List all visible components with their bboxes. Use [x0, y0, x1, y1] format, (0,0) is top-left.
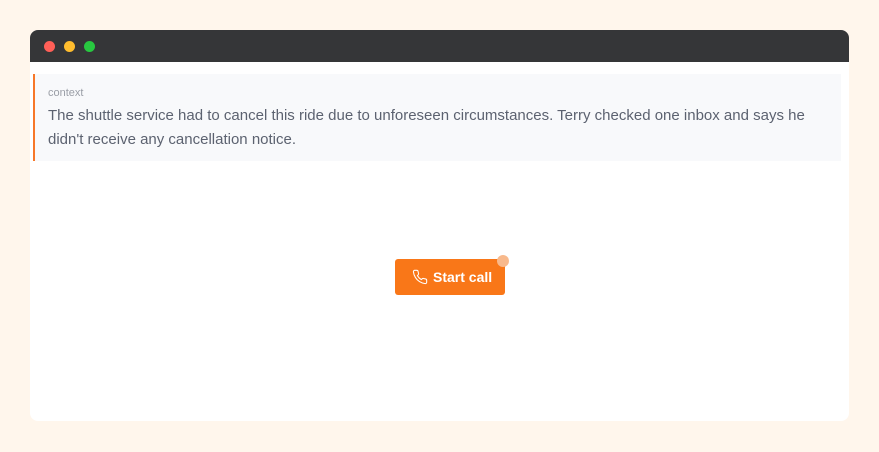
maximize-window-button[interactable]: [84, 41, 95, 52]
window-titlebar: [30, 30, 849, 62]
start-call-button[interactable]: Start call: [395, 259, 505, 295]
context-panel: context The shuttle service had to cance…: [33, 74, 841, 161]
minimize-window-button[interactable]: [64, 41, 75, 52]
phone-icon: [412, 269, 428, 285]
close-window-button[interactable]: [44, 41, 55, 52]
notification-dot: [497, 255, 509, 267]
app-window: context The shuttle service had to cance…: [30, 30, 849, 421]
context-text: The shuttle service had to cancel this r…: [48, 107, 805, 148]
start-call-label: Start call: [433, 269, 493, 285]
context-label: context: [48, 87, 84, 99]
